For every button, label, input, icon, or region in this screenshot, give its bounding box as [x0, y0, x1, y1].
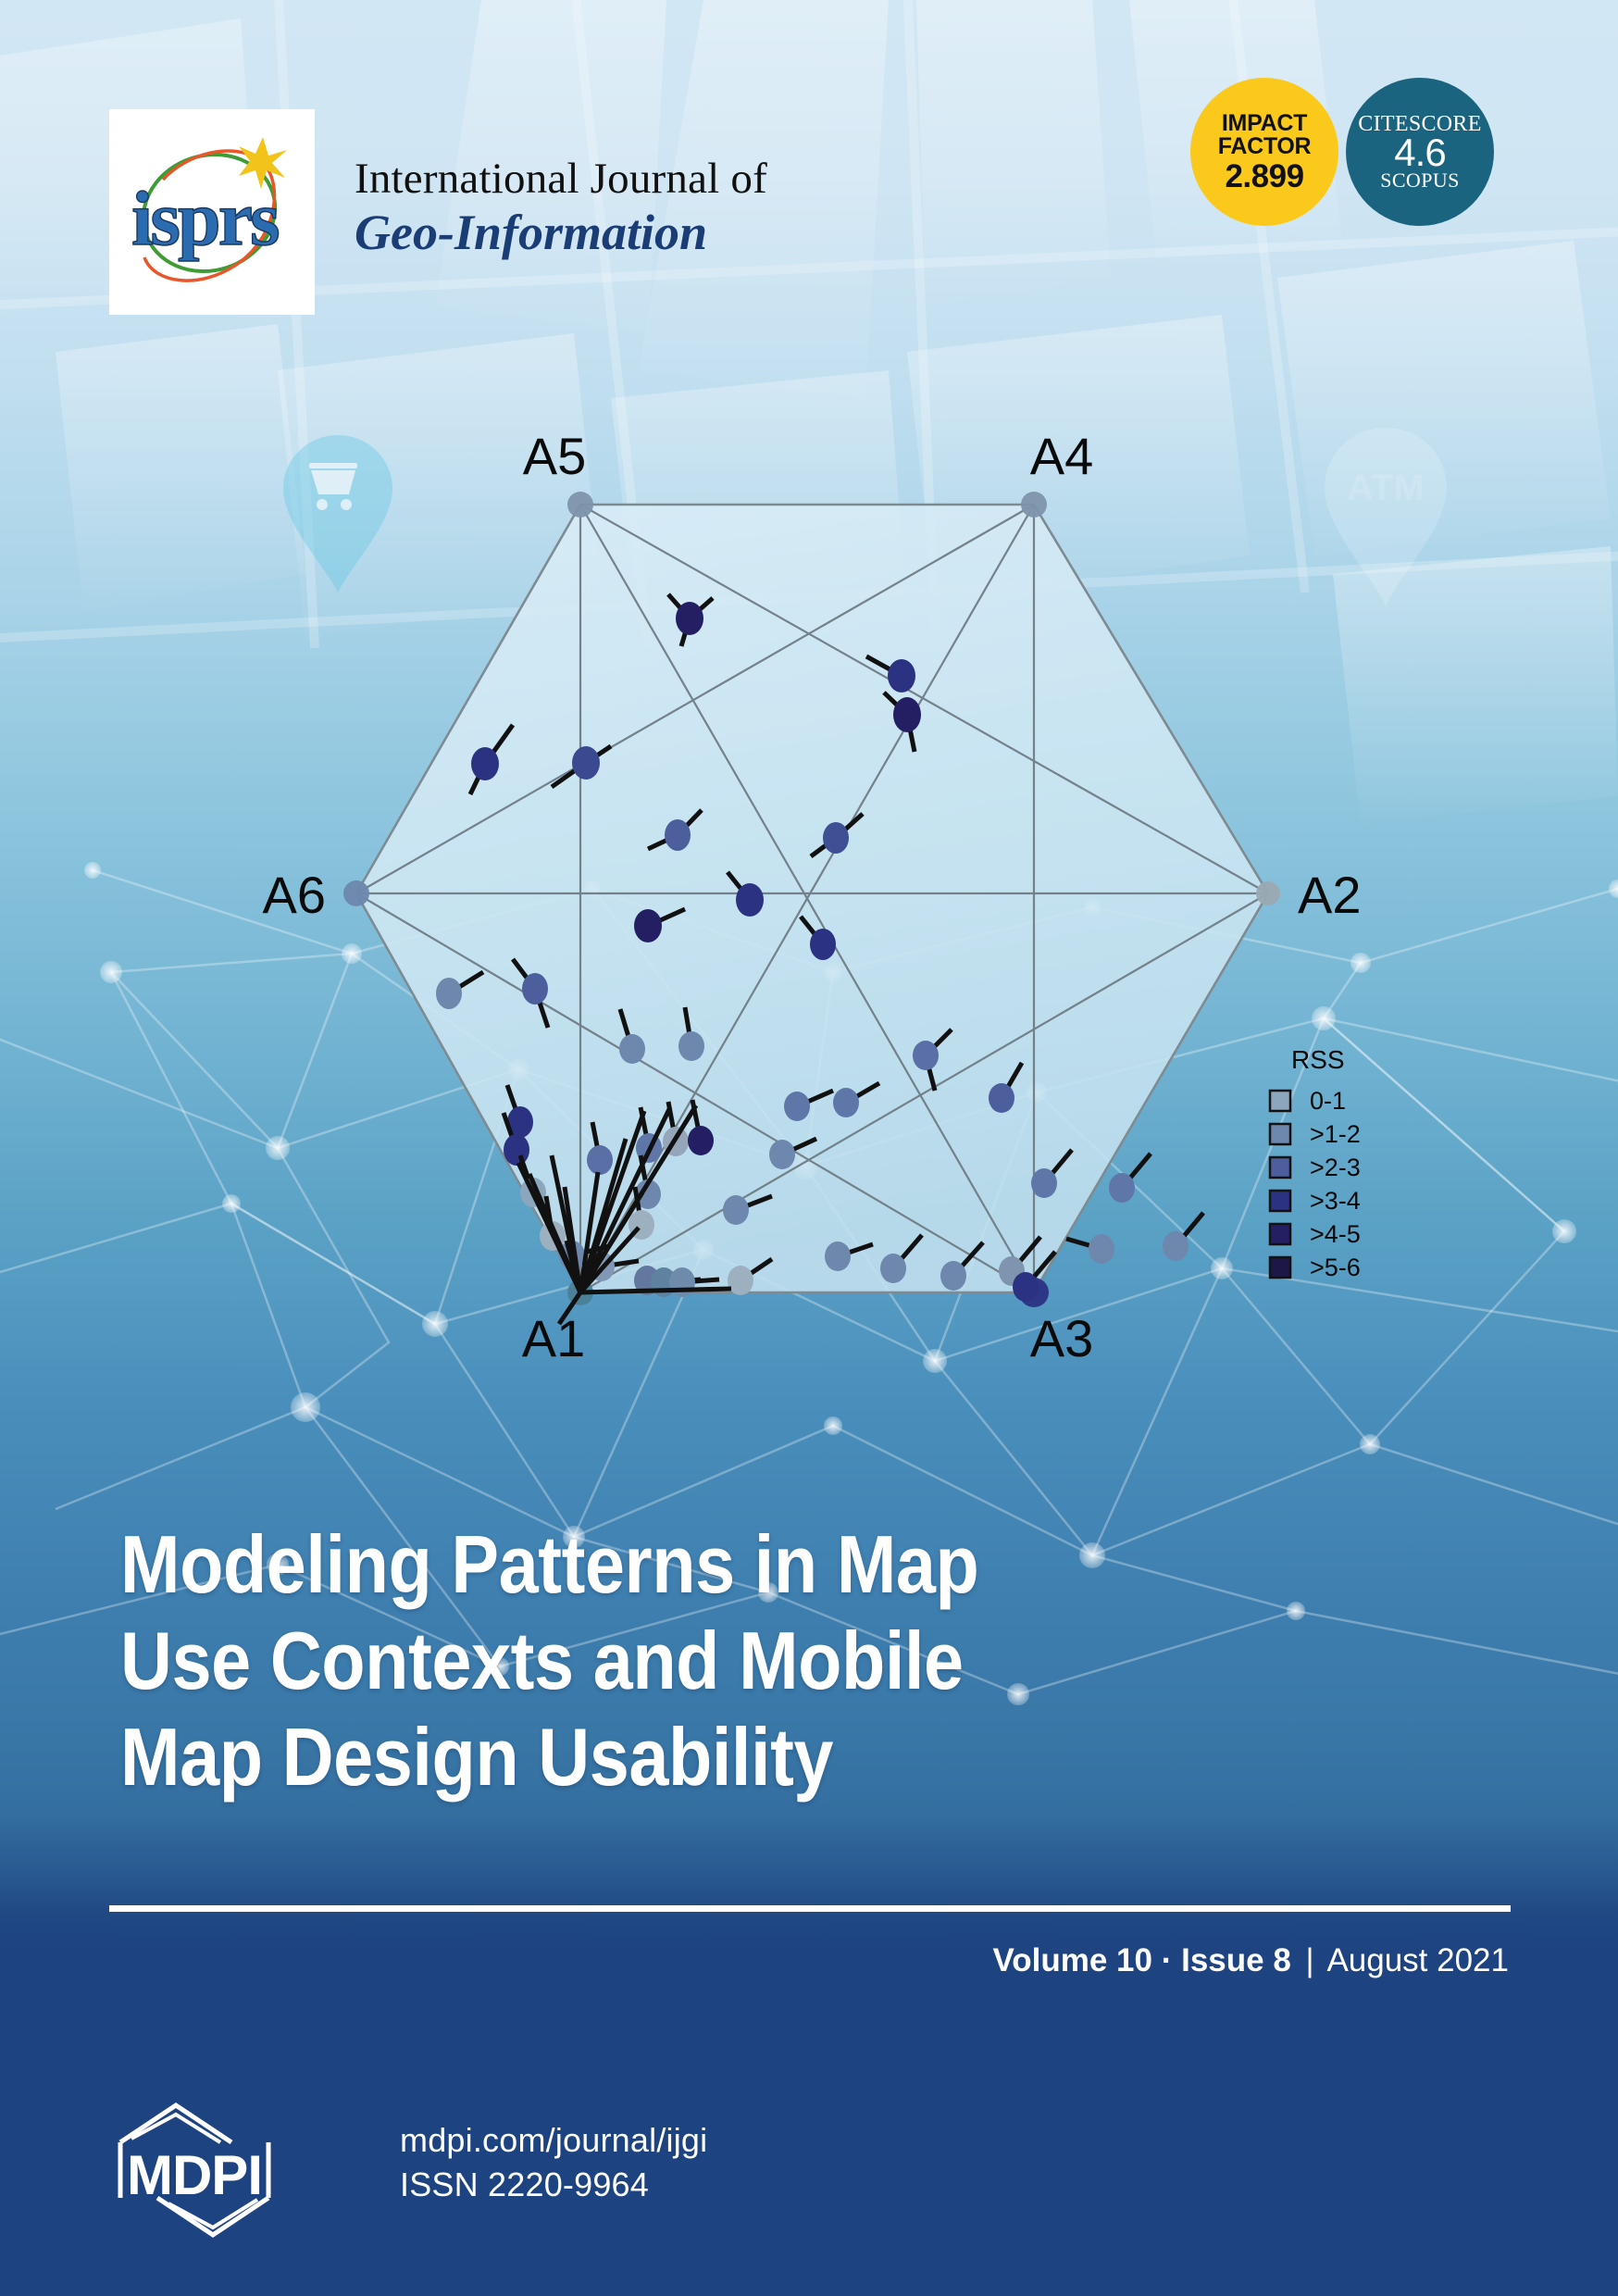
legend-swatch-5: [1268, 1255, 1292, 1279]
middot-separator: ·: [1161, 1942, 1173, 1978]
impact-factor-badge: IMPACT FACTOR 2.899: [1190, 78, 1338, 226]
citescore-value: 4.6: [1394, 131, 1446, 174]
svg-text:MDPI: MDPI: [127, 2144, 262, 2206]
legend-label-1: >1-2: [1310, 1120, 1361, 1148]
footer-text: mdpi.com/journal/ijgi ISSN 2220-9964: [400, 2118, 707, 2206]
legend-swatch-2: [1268, 1155, 1292, 1179]
journal-title-line1: International Journal of: [355, 155, 767, 203]
legend-label-2: >2-3: [1310, 1154, 1361, 1181]
isprs-logo: isprs isprs: [109, 109, 315, 315]
issue-line: Volume 10 · Issue 8 | August 2021: [993, 1942, 1510, 1979]
vertex-label-a5: A5: [523, 427, 587, 485]
legend-label-3: >3-4: [1310, 1187, 1361, 1215]
pipe-separator: |: [1305, 1942, 1314, 1978]
journal-url[interactable]: mdpi.com/journal/ijgi: [400, 2118, 707, 2163]
journal-cover: ATM isprs isprs International Journal of…: [0, 0, 1618, 2296]
impact-factor-label-1: IMPACT: [1221, 109, 1308, 136]
journal-title-line2: Geo-Information: [355, 204, 708, 260]
cover-figure: A5 A4 A2 A3 A1 A6 RSS 0-1 >1-2 >2-3 >3-4: [0, 398, 1618, 1379]
legend-swatch-3: [1268, 1189, 1292, 1213]
issue-label: Issue 8: [1181, 1942, 1291, 1978]
legend-title: RSS: [1291, 1045, 1345, 1074]
figure-legend: RSS 0-1 >1-2 >2-3 >3-4 >4-5 >5-6: [1268, 1045, 1361, 1281]
legend-label-0: 0-1: [1310, 1087, 1346, 1115]
volume-label: Volume 10: [992, 1942, 1152, 1978]
legend-swatch-1: [1268, 1122, 1292, 1146]
issue-date: August 2021: [1326, 1942, 1509, 1978]
vertex-label-a6: A6: [263, 866, 327, 924]
title-divider: [109, 1905, 1511, 1912]
cover-title-line-2: Use Contexts and Mobile: [120, 1614, 964, 1706]
legend-swatch-0: [1268, 1089, 1292, 1113]
impact-factor-label-2: FACTOR: [1217, 132, 1312, 159]
vertex-label-a3: A3: [1030, 1309, 1094, 1367]
svg-text:isprs: isprs: [131, 176, 279, 262]
impact-factor-value: 2.899: [1225, 157, 1304, 194]
legend-label-5: >5-6: [1310, 1254, 1361, 1281]
cover-title-line-3: Map Design Usability: [120, 1710, 834, 1803]
vertex-label-a2: A2: [1298, 866, 1362, 924]
legend-label-4: >4-5: [1310, 1220, 1361, 1248]
vertex-label-a1: A1: [522, 1309, 586, 1367]
citescore-source: SCOPUS: [1380, 168, 1460, 192]
journal-title: International Journal of Geo-Information: [355, 156, 1021, 259]
cover-title: Modeling Patterns in Map Use Contexts an…: [120, 1516, 1342, 1804]
mdpi-logo: MDPI: [113, 2094, 298, 2242]
legend-swatch-4: [1268, 1222, 1292, 1246]
issn: ISSN 2220-9964: [400, 2165, 649, 2203]
cover-title-line-1: Modeling Patterns in Map: [120, 1518, 979, 1610]
citescore-badge: CITESCORE 4.6 SCOPUS: [1346, 78, 1494, 226]
vertex-label-a4: A4: [1030, 427, 1094, 485]
